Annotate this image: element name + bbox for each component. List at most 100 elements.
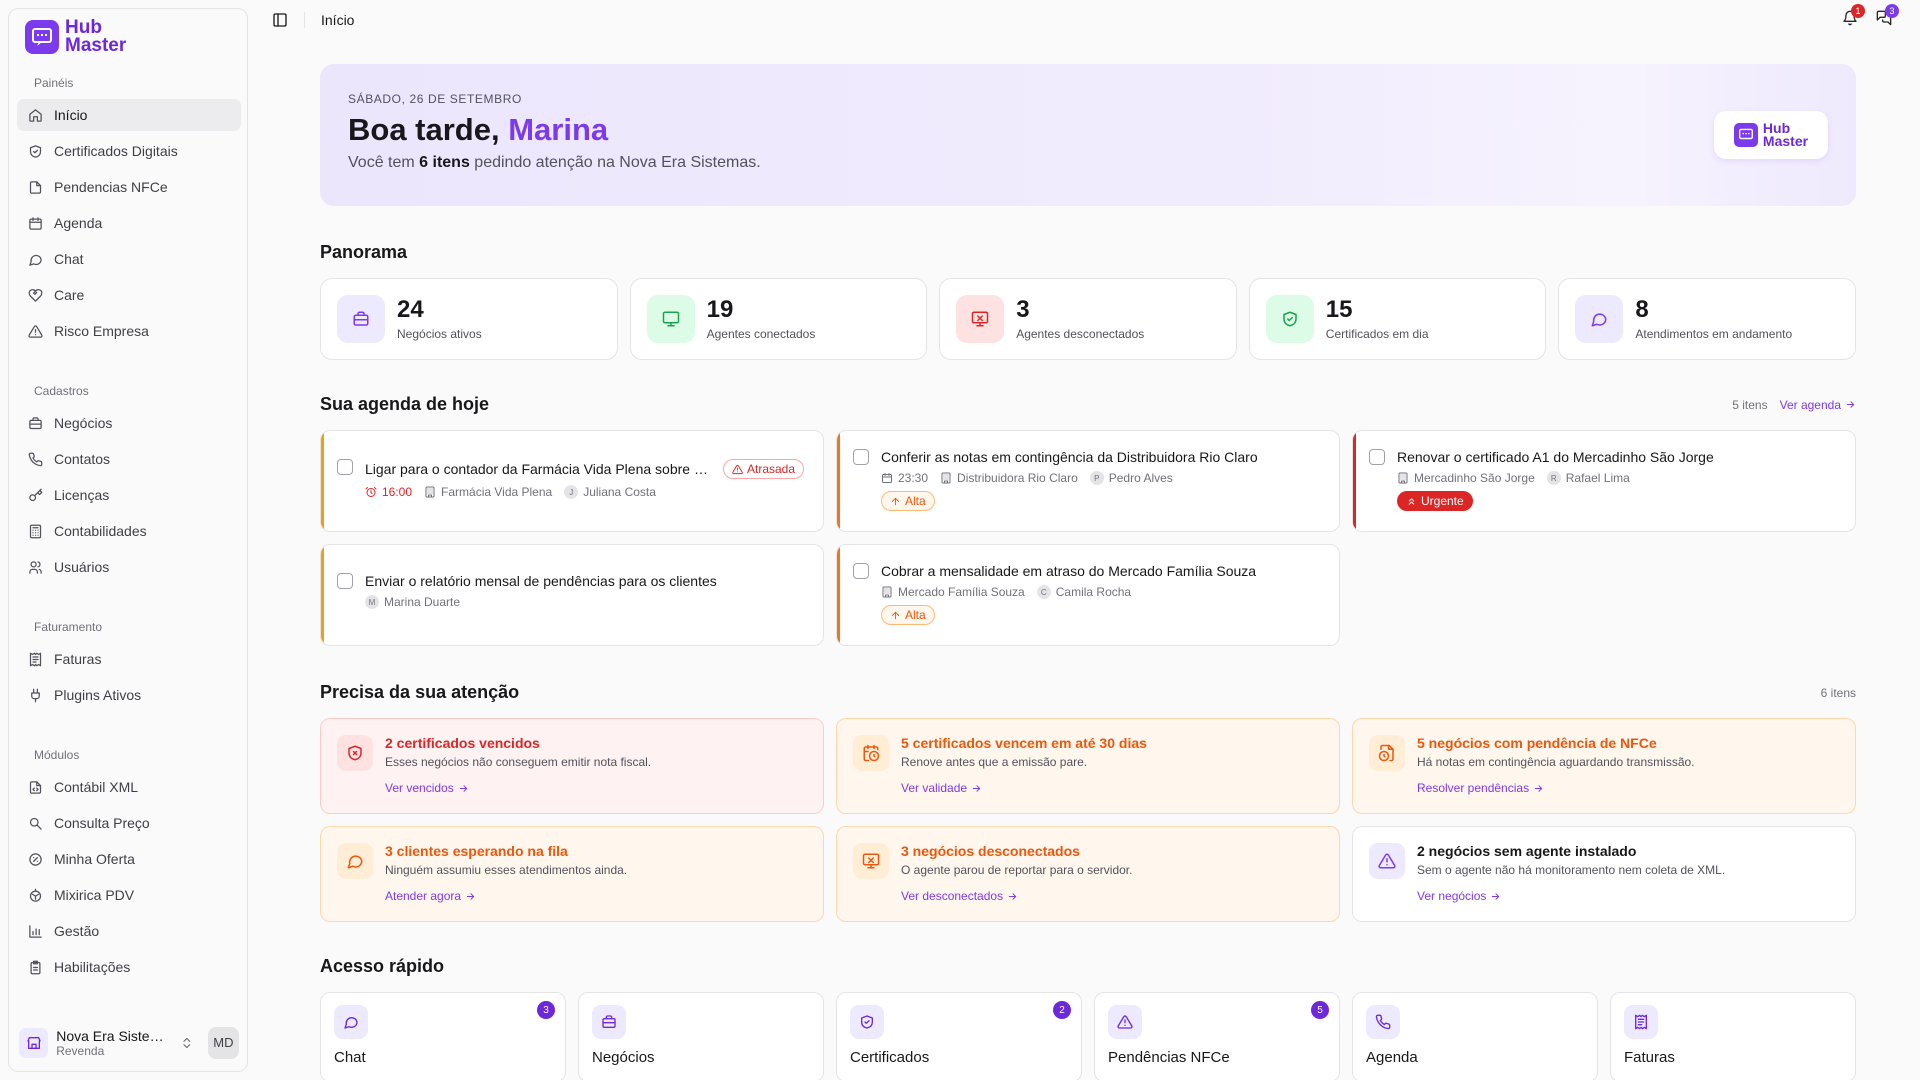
agenda-task[interactable]: Enviar o relatório mensal de pendências … [320,544,824,646]
quick-access-certificados[interactable]: Certificados 2 [836,992,1082,1080]
agenda-task[interactable]: Ligar para o contador da Farmácia Vida P… [320,430,824,532]
calendar-icon [882,473,892,483]
notifications-badge: 1 [1851,4,1865,18]
task-checkbox[interactable] [853,563,869,579]
kpi-card[interactable]: 24 Negócios ativos [320,278,618,360]
sidebar-item-consulta-preco[interactable]: Consulta Preço [17,807,241,839]
attention-card[interactable]: 2 certificados vencidos Esses negócios nã… [320,718,824,814]
account-name: Nova Era Sistemas [56,1027,173,1044]
quick-label: Faturas [1624,1049,1675,1066]
greeting: Boa tarde, Marina [348,112,609,147]
attention-card[interactable]: 3 negócios desconectados O agente parou d… [836,826,1340,922]
attention-link[interactable]: Atender agora [385,889,476,903]
agenda-task[interactable]: Conferir as notas em contingência da Dis… [836,430,1340,532]
attention-link[interactable]: Ver desconectados [901,889,1018,903]
sidebar-item-licencas[interactable]: Licenças [17,479,241,511]
kpi-value: 8 [1635,296,1649,323]
store-icon [19,1027,49,1058]
agenda-count: 5 itens [1732,397,1768,412]
chevrons-up-down-icon[interactable] [180,1036,194,1050]
task-checkbox[interactable] [337,573,353,589]
attention-link[interactable]: Ver validade [901,781,982,795]
account-role: Revenda [56,1043,105,1058]
quick-access-pendencias-nfce[interactable]: Pendências NFCe 5 [1094,992,1340,1080]
sidebar-item-faturas[interactable]: Faturas [17,643,241,675]
attention-card[interactable]: 3 clientes esperando na fila Ninguém assu… [320,826,824,922]
task-priority-bar [321,431,324,531]
sidebar-item-certificados-digitais[interactable]: Certificados Digitais [17,135,241,167]
notifications-button[interactable]: 1 [1842,4,1865,26]
task-checkbox[interactable] [853,449,869,465]
sidebar-item-habilitacoes[interactable]: Habilitações [17,951,241,983]
sidebar-item-plugins-ativos[interactable]: Plugins Ativos [17,679,241,711]
sidebar-item-risco-empresa[interactable]: Risco Empresa [17,315,241,347]
task-assignee: C Camila Rocha [1036,585,1131,599]
task-priority-badge: Alta [881,491,935,511]
kpi-value: 19 [706,296,734,323]
sidebar-item-label: Contabilidades [54,523,147,539]
task-priority-bar [1353,431,1356,531]
quick-icon-wrap [1108,1005,1142,1039]
agenda-task[interactable]: Renovar o certificado A1 do Mercadinho S… [1352,430,1856,532]
arrow-right-icon [972,784,981,792]
view-agenda-link[interactable]: Ver agenda [1780,398,1856,412]
kpi-label: Agentes desconectados [1016,327,1145,341]
agenda-task[interactable]: Cobrar a mensalidade em atraso do Mercad… [836,544,1340,646]
user-avatar[interactable]: MD [207,1026,239,1059]
messages-button[interactable]: 3 [1876,4,1899,26]
quick-icon-wrap [334,1005,368,1039]
quick-access-faturas[interactable]: Faturas [1610,992,1856,1080]
attention-card[interactable]: 5 negócios com pendência de NFCe Há notas… [1352,718,1856,814]
task-priority-bar [837,431,840,531]
sidebar-item-negocios[interactable]: Negócios [17,407,241,439]
sidebar-item-chat[interactable]: Chat [17,243,241,275]
sidebar-item-care[interactable]: Care [17,279,241,311]
sidebar-item-inicio[interactable]: Início [17,99,241,131]
quick-access-agenda[interactable]: Agenda [1352,992,1598,1080]
sidebar-item-mixirica-pdv[interactable]: Mixirica PDV [17,879,241,911]
phone-icon [28,452,43,466]
sidebar-item-label: Agenda [54,215,103,231]
attention-link[interactable]: Ver negócios [1417,889,1501,903]
kpi-card[interactable]: 15 Certificados em dia [1248,278,1547,360]
attention-link[interactable]: Resolver pendências [1417,781,1544,795]
badge-percent-icon [29,852,42,866]
quick-access-title: Acesso rápido [320,956,445,976]
brand-logo[interactable]: Hub Master [25,18,126,55]
attention-icon-wrap [853,735,889,771]
file-clock-icon [1378,744,1394,762]
sidebar-item-agenda[interactable]: Agenda [17,207,241,239]
sidebar-item-contatos[interactable]: Contatos [17,443,241,475]
kpi-card[interactable]: 8 Atendimentos em andamento [1558,278,1856,360]
sidebar-item-usuarios[interactable]: Usuários [17,551,241,583]
sidebar-toggle-icon[interactable] [272,12,288,28]
sidebar-item-pendencias-nfce[interactable]: Pendencias NFCe [17,171,241,203]
attention-icon-wrap [337,735,373,771]
shield-icon [861,1015,873,1029]
quick-access-negocios[interactable]: Negócios [578,992,824,1080]
kpi-card[interactable]: 19 Agentes conectados [629,278,928,360]
sidebar-item-minha-oferta[interactable]: Minha Oferta [17,843,241,875]
task-priority-badge: Urgente [1397,491,1473,511]
attention-card[interactable]: 2 negócios sem agente instalado Sem o age… [1352,826,1856,922]
quick-access-chat[interactable]: Chat 3 [320,992,566,1080]
kpi-card[interactable]: 3 Agentes desconectados [939,278,1237,360]
sidebar-item-contabilidades[interactable]: Contabilidades [17,515,241,547]
task-checkbox[interactable] [337,459,353,475]
task-checkbox[interactable] [1369,449,1385,465]
calendar-clock-icon [863,744,880,762]
alert-triangle-icon [1378,853,1396,869]
citrus-icon [29,888,42,902]
account-switcher[interactable]: Nova Era Sistemas Revenda MD [9,1013,247,1071]
task-priority-badge: Alta [881,605,935,625]
attention-icon-wrap [853,843,889,879]
attention-link[interactable]: Ver vencidos [385,781,469,795]
task-company: Farmácia Vida Plena [424,485,552,499]
sidebar-item-gestao[interactable]: Gestão [17,915,241,947]
calculator-icon [29,524,42,538]
task-company: Distribuidora Rio Claro [940,471,1078,485]
attention-card[interactable]: 5 certificados vencem em até 30 dias Reno… [836,718,1340,814]
sidebar-nav: Painéis Início Certificados Digitais Penden… [17,75,241,1055]
attention-count: 6 itens [1820,685,1856,700]
sidebar-item-contabil-xml[interactable]: Contábil XML [17,771,241,803]
